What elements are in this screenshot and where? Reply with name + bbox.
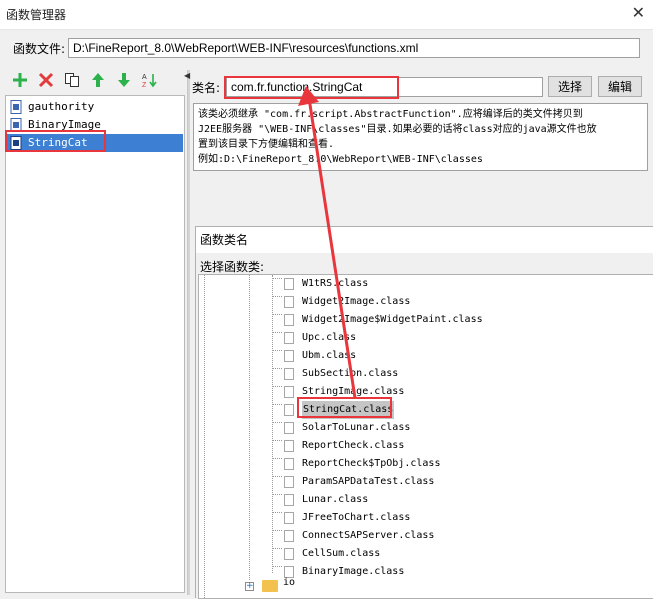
delete-icon — [38, 72, 54, 88]
class-file-icon — [284, 548, 294, 560]
class-file-icon — [284, 422, 294, 434]
arrow-down-icon — [118, 73, 130, 87]
class-file-icon — [284, 332, 294, 344]
dialog-title: 函数类名 — [196, 227, 653, 253]
splitter[interactable] — [187, 70, 190, 595]
class-file-icon — [284, 530, 294, 542]
arrow-up-icon — [92, 73, 104, 87]
file-label: 函数文件: — [13, 42, 66, 56]
highlight-box-list — [5, 130, 106, 152]
copy-icon — [65, 73, 79, 87]
class-file-icon — [284, 476, 294, 488]
folder-icon — [262, 580, 278, 592]
sort-button[interactable]: A Z — [140, 70, 160, 90]
class-file-icon — [284, 512, 294, 524]
highlight-box-tree — [297, 397, 392, 418]
description-line: 该类必须继承 "com.fr.script.AbstractFunction".… — [198, 109, 583, 120]
close-icon[interactable]: ✕ — [632, 5, 645, 21]
tree-guide-line — [204, 275, 205, 598]
description-box: 该类必须继承 "com.fr.script.AbstractFunction".… — [193, 103, 648, 171]
tree-guide-line — [272, 275, 273, 573]
class-file-icon — [284, 494, 294, 506]
window-title: 函数管理器 — [6, 8, 67, 22]
move-up-button[interactable] — [88, 70, 108, 90]
class-tree[interactable]: W1tRS.class Widget2Image.class Widget2Im… — [198, 274, 653, 599]
description-line: J2EE服务器 "\WEB-INF\classes"目录.如果必要的话将clas… — [198, 124, 597, 135]
class-chooser-dialog: 函数类名 选择函数类: W1tRS.class Widget2Image.cla… — [195, 226, 653, 599]
class-file-icon — [284, 386, 294, 398]
folder-label[interactable]: io — [283, 577, 295, 588]
add-button[interactable] — [10, 70, 30, 90]
class-file-icon — [284, 350, 294, 362]
class-file-icon — [284, 440, 294, 452]
description-line: 置到该目录下方便编辑和查看. — [198, 139, 335, 150]
file-row: 函数文件: D:\FineReport_8.0\WebReport\WEB-IN… — [0, 36, 653, 60]
class-file-icon — [284, 314, 294, 326]
expand-icon[interactable]: + — [245, 582, 254, 591]
class-file-icon — [284, 296, 294, 308]
highlight-box-class — [224, 76, 399, 99]
list-item[interactable]: gauthority — [7, 98, 183, 116]
class-file-icon — [284, 404, 294, 416]
title-bar: 函数管理器 ✕ — [0, 0, 653, 30]
sort-az-icon: A Z — [142, 74, 157, 88]
svg-text:Z: Z — [142, 82, 147, 88]
description-line: 例如:D:\FineReport_8.0\WebReport\WEB-INF\c… — [198, 154, 483, 165]
class-file-icon — [284, 368, 294, 380]
move-down-button[interactable] — [114, 70, 134, 90]
list-item-label: gauthority — [28, 100, 95, 113]
function-doc-icon — [10, 100, 22, 114]
select-button[interactable]: 选择 — [548, 76, 592, 97]
svg-text:A: A — [142, 74, 147, 81]
collapse-arrow-icon[interactable]: ◀ — [184, 71, 190, 80]
copy-button[interactable] — [62, 70, 82, 90]
function-list[interactable]: gauthority BinaryImage StringCat — [5, 95, 185, 593]
edit-button[interactable]: 编辑 — [598, 76, 642, 97]
plus-icon — [13, 73, 27, 87]
file-path-field[interactable]: D:\FineReport_8.0\WebReport\WEB-INF\reso… — [68, 38, 640, 58]
dialog-subtitle: 选择函数类: — [200, 260, 265, 274]
class-file-icon — [284, 458, 294, 470]
class-file-icon — [284, 278, 294, 290]
tree-guide-line — [249, 275, 250, 580]
class-name-label: 类名: — [192, 81, 221, 95]
delete-button[interactable] — [36, 70, 56, 90]
